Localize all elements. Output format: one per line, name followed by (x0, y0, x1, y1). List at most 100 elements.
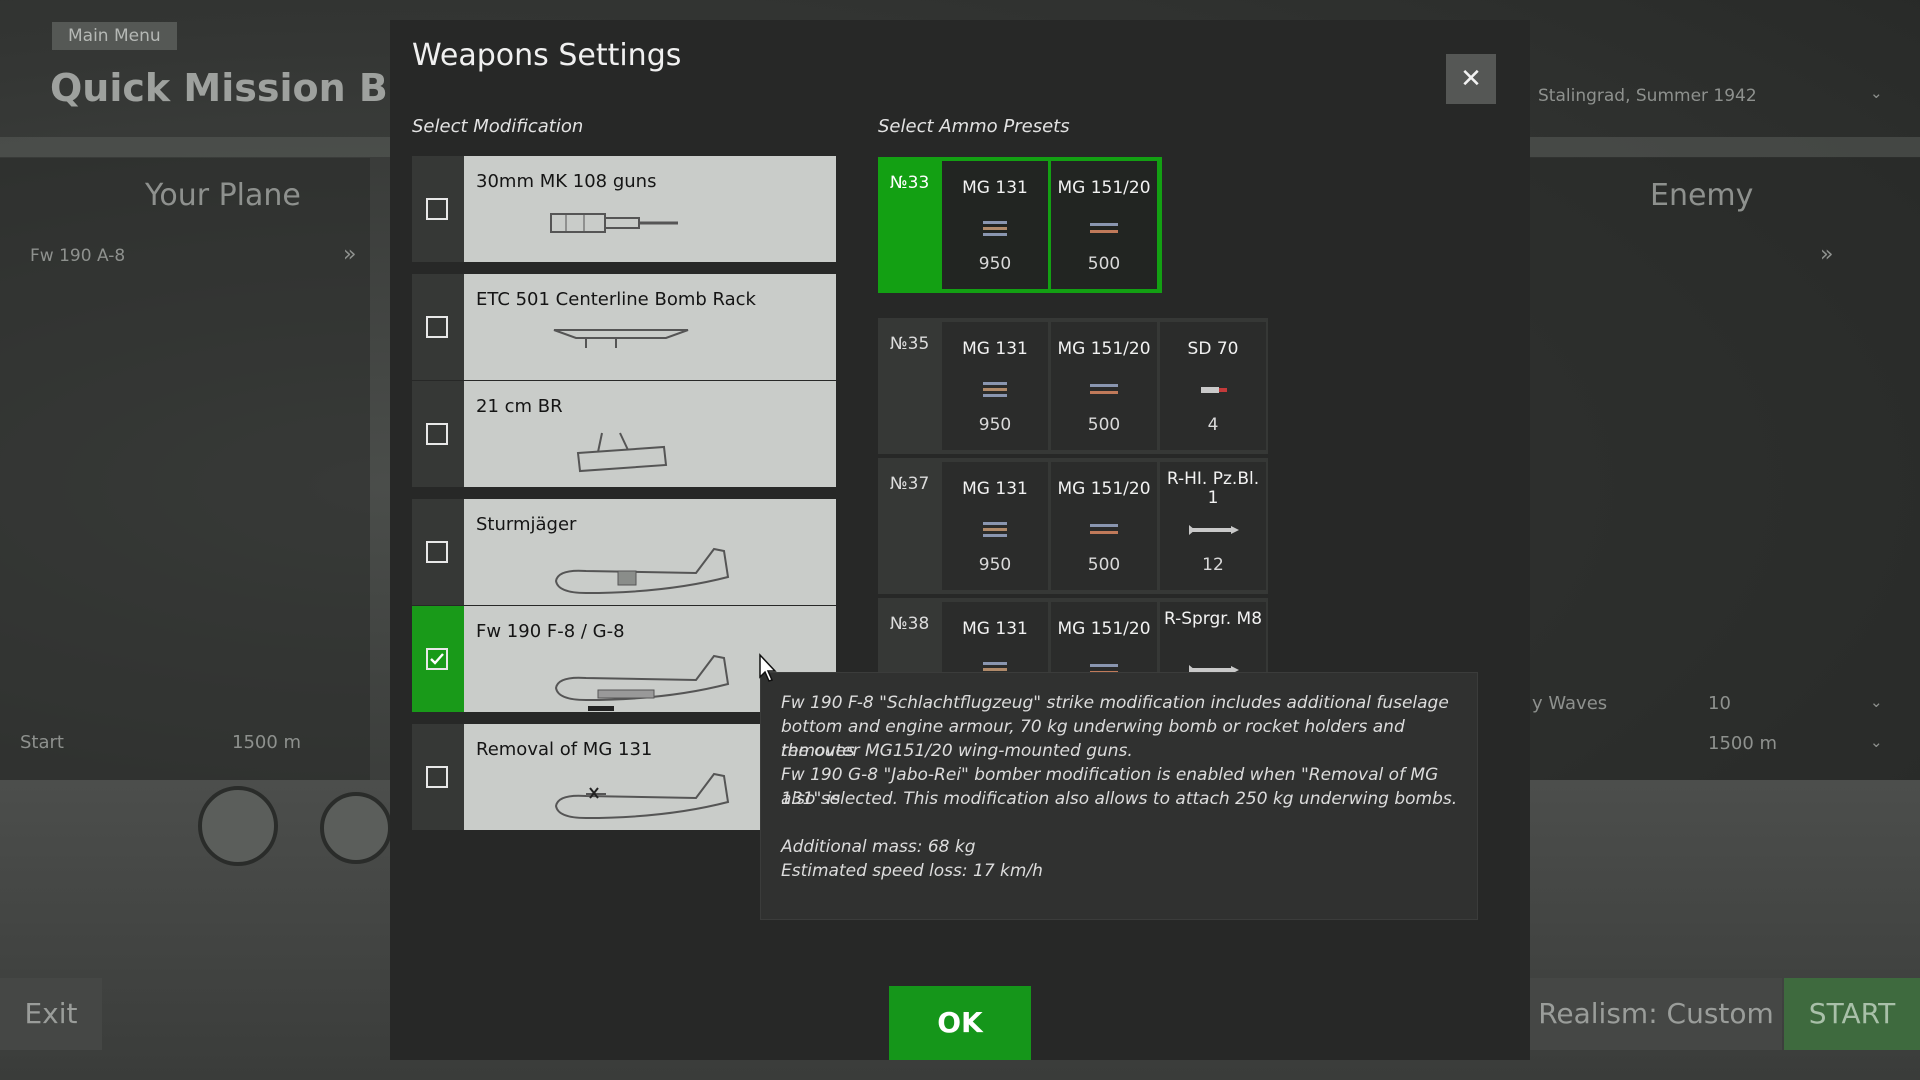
ammo-count: 500 (1087, 254, 1121, 274)
ammo-preset-35[interactable]: №35 MG 131 950 MG 151/20 500 SD 70 4 (878, 318, 1268, 454)
waves-label: y Waves (1532, 693, 1608, 714)
checkbox[interactable] (426, 541, 448, 563)
checkbox-cell[interactable] (412, 381, 464, 487)
flight-group-icon[interactable] (320, 792, 392, 864)
ammo-name: MG 131 (962, 178, 1028, 198)
close-icon: ✕ (1460, 64, 1482, 94)
checkbox-cell[interactable] (412, 606, 464, 712)
checkbox[interactable] (426, 316, 448, 338)
ammo-name: SD 70 (1187, 339, 1239, 359)
rocket-icon (1189, 525, 1239, 535)
ammo-name: MG 151/20 (1057, 479, 1151, 499)
checkbox-cell[interactable] (412, 274, 464, 380)
checkbox-checked[interactable] (426, 648, 448, 670)
weapons-settings-dialog: Weapons Settings ✕ Select Modification S… (390, 20, 1530, 1060)
enemy-next-icon[interactable]: » (1820, 242, 1833, 267)
checkbox[interactable] (426, 423, 448, 445)
realism-button[interactable]: Realism: Custom (1530, 978, 1782, 1050)
select-modification-label: Select Modification (412, 116, 584, 137)
preset-number: №38 (890, 614, 930, 634)
dialog-title: Weapons Settings (412, 38, 682, 73)
ammo-name: MG 131 (962, 339, 1028, 359)
checkbox-cell[interactable] (412, 156, 464, 262)
ammo-slot: MG 151/20 500 (1051, 322, 1157, 450)
checkbox-cell[interactable] (412, 724, 464, 830)
ammo-slot: R-HI. Pz.Bl. 1 12 (1160, 462, 1266, 590)
plane-removal-icon (554, 772, 730, 820)
map-select[interactable]: Stalingrad, Summer 1942 (1538, 86, 1757, 106)
modification-name: Sturmjäger (476, 514, 577, 535)
preset-number: №33 (890, 173, 930, 193)
shell-icon (1090, 524, 1118, 534)
modification-name: Removal of MG 131 (476, 739, 653, 760)
enemy-panel (1530, 158, 1920, 783)
checkbox[interactable] (426, 198, 448, 220)
modification-item[interactable]: ETC 501 Centerline Bomb Rack (412, 274, 836, 380)
close-button[interactable]: ✕ (1446, 54, 1496, 104)
shell-icon (1090, 223, 1118, 233)
ammo-preset-37[interactable]: №37 MG 131 950 MG 151/20 500 R-HI. Pz.Bl… (878, 458, 1268, 594)
checkbox-cell[interactable] (412, 499, 464, 605)
preset-number: №35 (890, 334, 930, 354)
exit-button[interactable]: Exit (0, 978, 102, 1050)
shell-icon (1090, 384, 1118, 394)
bomb-icon (1201, 387, 1227, 393)
modification-name: ETC 501 Centerline Bomb Rack (476, 289, 756, 310)
ammo-count: 500 (1087, 555, 1121, 575)
tooltip-line: Fw 190 F-8 "Schlachtflugzeug" strike mod… (781, 693, 1449, 713)
enemy-heading: Enemy (1650, 178, 1754, 213)
plane-next-icon[interactable]: » (343, 242, 356, 267)
modification-card[interactable]: ETC 501 Centerline Bomb Rack (464, 274, 836, 380)
ammo-name: MG 151/20 (1057, 178, 1151, 198)
ammo-slot: MG 151/20 500 (1051, 161, 1157, 289)
ammo-slot: MG 151/20 500 (1051, 462, 1157, 590)
plane-armor-icon (554, 547, 730, 595)
ammo-count: 4 (1207, 415, 1219, 435)
flight-group-icon[interactable] (198, 786, 278, 866)
tooltip-speed-loss: Estimated speed loss: 17 km/h (781, 861, 1043, 881)
mouse-cursor-icon (759, 653, 777, 682)
bullet-icon (983, 221, 1007, 236)
tooltip-line: the outer MG151/20 wing-mounted guns. (781, 741, 1133, 761)
ammo-name: MG 151/20 (1057, 339, 1151, 359)
main-menu-button[interactable]: Main Menu (52, 22, 177, 50)
tooltip-line: also selected. This modification also al… (781, 789, 1458, 809)
ammo-slot: MG 131 950 (942, 161, 1048, 289)
start-button[interactable]: START (1784, 978, 1920, 1050)
modification-card[interactable]: 21 cm BR (464, 381, 836, 487)
chevron-down-icon[interactable]: ⌄ (1870, 733, 1883, 751)
chevron-down-icon[interactable]: ⌄ (1870, 693, 1883, 711)
plane-select[interactable]: Fw 190 A-8 (30, 246, 125, 266)
ammo-count: 12 (1202, 555, 1224, 575)
modification-card[interactable]: Sturmjäger (464, 499, 836, 605)
modification-item[interactable]: 21 cm BR (412, 381, 836, 487)
bullet-icon (983, 522, 1007, 537)
modification-name: 30mm MK 108 guns (476, 171, 657, 192)
checkbox[interactable] (426, 766, 448, 788)
start-position-label: Start (20, 732, 64, 753)
enemy-altitude-value[interactable]: 1500 m (1708, 733, 1777, 754)
modification-card[interactable]: 30mm MK 108 guns (464, 156, 836, 262)
ammo-preset-33[interactable]: №33 MG 131 950 MG 151/20 500 (878, 157, 1162, 293)
checkmark-icon (430, 653, 444, 665)
your-plane-heading: Your Plane (145, 178, 301, 213)
modification-tooltip: Fw 190 F-8 "Schlachtflugzeug" strike mod… (760, 672, 1478, 920)
modification-name: Fw 190 F-8 / G-8 (476, 621, 625, 642)
ammo-count: 950 (978, 555, 1012, 575)
ammo-name: MG 131 (962, 479, 1028, 499)
tooltip-mass: Additional mass: 68 kg (781, 837, 976, 857)
rocket-tube-icon (576, 432, 668, 473)
modification-name: 21 cm BR (476, 396, 563, 417)
ammo-count: 500 (1087, 415, 1121, 435)
bomb-rack-icon (553, 329, 689, 348)
preset-number: №37 (890, 474, 930, 494)
modification-item[interactable]: 30mm MK 108 guns (412, 156, 836, 262)
page-title: Quick Mission Buil (50, 66, 441, 110)
chevron-down-icon[interactable]: ⌄ (1870, 84, 1883, 102)
modification-item[interactable]: Sturmjäger (412, 499, 836, 605)
select-ammo-label: Select Ammo Presets (878, 116, 1070, 137)
start-altitude-value[interactable]: 1500 m (232, 732, 301, 753)
ammo-name: MG 131 (962, 619, 1028, 639)
ok-button[interactable]: OK (889, 986, 1031, 1060)
waves-value[interactable]: 10 (1708, 693, 1731, 714)
